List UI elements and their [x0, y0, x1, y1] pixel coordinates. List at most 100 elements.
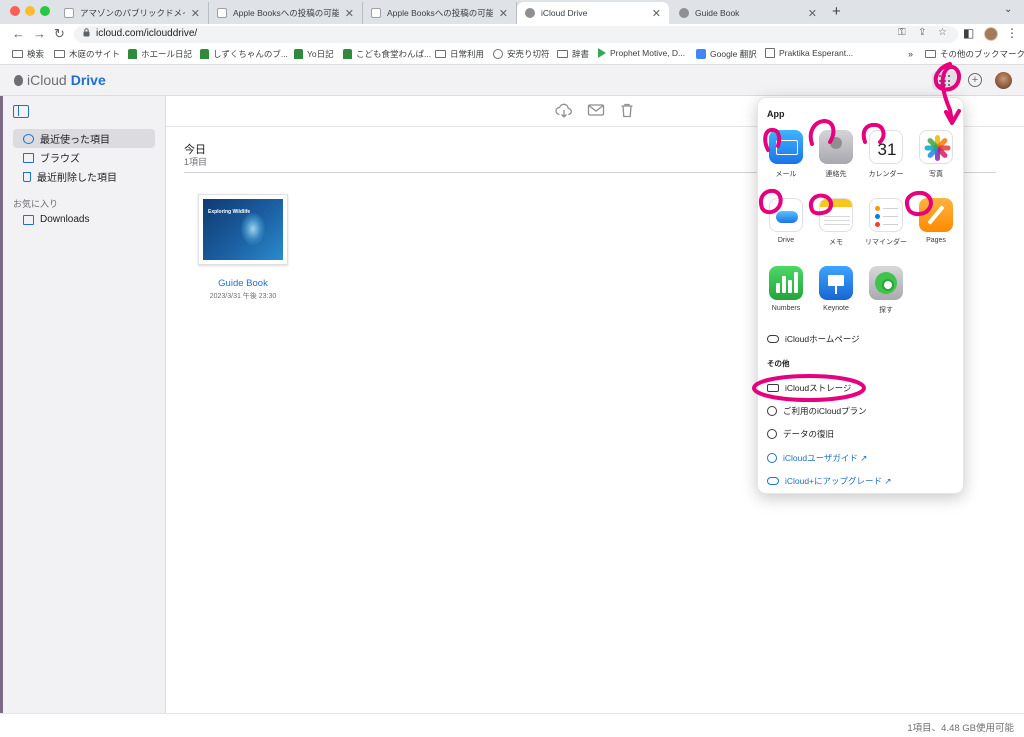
close-tab-icon[interactable]: ✕: [808, 7, 817, 20]
tab-search-button[interactable]: ⌄: [1004, 4, 1012, 15]
file-date: 2023/3/31 午後 23:30: [209, 293, 277, 300]
bookmark-item[interactable]: 安売り切符: [493, 48, 550, 60]
bookmark-item[interactable]: Google 翻訳: [696, 48, 757, 60]
close-tab-icon[interactable]: ✕: [191, 7, 200, 20]
globe-icon: [493, 49, 503, 59]
share-icon[interactable]: ⇪: [918, 27, 926, 38]
download-cloud-icon[interactable]: [555, 102, 573, 118]
app-pages[interactable]: Pages: [913, 198, 959, 244]
bookmark-item[interactable]: 辞書: [557, 48, 589, 60]
upgrade-link[interactable]: iCloud+にアップグレード ↗: [767, 475, 892, 487]
grid-dot: [943, 79, 946, 82]
app-notes[interactable]: メモ: [813, 198, 859, 247]
app-calendar[interactable]: 31 カレンダー: [863, 130, 909, 179]
new-tab-button[interactable]: +: [832, 3, 841, 20]
sidebar-item-recently-deleted[interactable]: 最近削除した項目: [13, 167, 155, 186]
close-tab-icon[interactable]: ✕: [499, 7, 508, 20]
numbers-icon: [769, 266, 803, 300]
reload-icon[interactable]: ↻: [54, 25, 65, 43]
close-tab-icon[interactable]: ✕: [345, 7, 354, 20]
folder-icon: [12, 50, 23, 58]
file-name[interactable]: Guide Book: [178, 278, 308, 289]
bookmark-item[interactable]: Prophet Motive, D...: [598, 48, 685, 58]
page-icon: [217, 8, 227, 18]
keynote-icon: [819, 266, 853, 300]
browser-tab[interactable]: アマゾンのパブリックドメイン... ✕: [56, 2, 209, 24]
minimize-window-button[interactable]: [25, 6, 35, 16]
zoom-window-button[interactable]: [40, 6, 50, 16]
mail-share-icon[interactable]: [587, 102, 605, 118]
user-guide-link[interactable]: iCloudユーザガイド ↗: [767, 452, 867, 464]
star-icon[interactable]: ☆: [938, 27, 947, 38]
sidebar-item-browse[interactable]: ブラウズ: [13, 148, 155, 167]
add-button[interactable]: +: [968, 73, 982, 87]
help-icon: [767, 453, 777, 463]
contacts-icon: [819, 130, 853, 164]
app-contacts[interactable]: 連絡先: [813, 130, 859, 179]
app-mail[interactable]: メール: [763, 130, 809, 179]
close-window-button[interactable]: [10, 6, 20, 16]
app-keynote[interactable]: Keynote: [813, 266, 859, 312]
browser-profile-avatar[interactable]: [984, 27, 998, 41]
icloud-plan-link[interactable]: ご利用のiCloudプラン: [767, 405, 867, 417]
account-avatar[interactable]: [995, 72, 1012, 89]
browser-tab[interactable]: Guide Book ✕: [671, 2, 825, 24]
icloud-storage-link[interactable]: iCloudストレージ: [767, 382, 851, 394]
bookmark-item[interactable]: しずくちゃんのブ...: [200, 48, 288, 60]
apple-icon: [525, 8, 535, 18]
url-text: icloud.com/iclouddrive/: [96, 28, 198, 39]
browser-tab[interactable]: Apple Booksへの投稿の可能性... ✕: [209, 2, 363, 24]
side-panel-icon[interactable]: ◧: [963, 26, 974, 40]
sidebar-toggle-icon[interactable]: [13, 105, 29, 118]
browser-tab-active[interactable]: iCloud Drive ✕: [517, 2, 669, 24]
bookmark-green-icon: [343, 49, 352, 59]
trash-icon[interactable]: [618, 102, 636, 118]
grid-dot: [948, 75, 951, 78]
app-numbers[interactable]: Numbers: [763, 266, 809, 312]
favorites-heading: お気に入り: [13, 199, 59, 209]
grid-dot: [939, 79, 942, 82]
close-tab-icon[interactable]: ✕: [652, 7, 661, 20]
lifebuoy-icon: [767, 429, 777, 439]
forward-arrow-icon[interactable]: →: [33, 25, 46, 43]
file-thumbnail[interactable]: Exploring Wildlife: [198, 194, 288, 265]
app-menu-heading: App: [767, 109, 785, 119]
back-arrow-icon[interactable]: ←: [12, 25, 25, 43]
bookmark-item[interactable]: 日常利用: [435, 48, 484, 60]
cloud-icon: [767, 477, 779, 485]
diver-image: [241, 213, 265, 245]
app-reminders[interactable]: リマインダー: [863, 198, 909, 247]
folder-icon: [557, 50, 568, 58]
notes-icon: [819, 198, 853, 232]
bookmark-item[interactable]: ホエール日記: [128, 48, 192, 60]
data-recovery-link[interactable]: データの復旧: [767, 428, 834, 440]
lock-icon: [83, 28, 90, 37]
browser-toolbar: ← → ↻ icloud.com/iclouddrive/ ⚿ ⇪ ☆ ◧ ⋮: [0, 24, 1024, 44]
bookmarks-overflow-button[interactable]: »: [908, 49, 913, 59]
icloud-drive-logo[interactable]: iCloud Drive: [14, 72, 106, 88]
sidebar-item-downloads[interactable]: Downloads: [13, 210, 155, 229]
app-drive[interactable]: Drive: [763, 198, 809, 244]
folder-icon: [925, 50, 936, 58]
page-icon: [64, 8, 74, 18]
app-photos[interactable]: 写真: [913, 130, 959, 179]
app-find-my[interactable]: 探す: [863, 266, 909, 315]
bookmark-item[interactable]: こども食堂わんぱ...: [343, 48, 431, 60]
bookmark-item[interactable]: 検索: [12, 48, 44, 60]
key-icon[interactable]: ⚿: [898, 27, 906, 38]
other-bookmarks-folder[interactable]: その他のブックマーク: [925, 48, 1024, 60]
browser-tab[interactable]: Apple Booksへの投稿の可能性... ✕: [363, 2, 517, 24]
bookmark-item[interactable]: Yo日記: [294, 48, 334, 60]
bookmark-item[interactable]: Praktika Esperant...: [765, 48, 853, 58]
app-menu-popover: App メール 連絡先 31 カレンダー 写真 Drive メモ リマインダー …: [757, 97, 964, 494]
grid-dot: [948, 79, 951, 82]
icloud-homepage-link[interactable]: iCloudホームページ: [767, 333, 860, 345]
address-bar[interactable]: icloud.com/iclouddrive/: [74, 26, 958, 43]
sidebar-item-recents[interactable]: 最近使った項目: [13, 129, 155, 148]
app-grid-button[interactable]: [932, 71, 958, 90]
drive-icon: [769, 198, 803, 232]
folder-icon: [23, 152, 34, 163]
grid-dot: [948, 84, 951, 87]
more-menu-icon[interactable]: ⋮: [1006, 26, 1018, 40]
bookmark-item[interactable]: 木庭のサイト: [54, 48, 120, 60]
